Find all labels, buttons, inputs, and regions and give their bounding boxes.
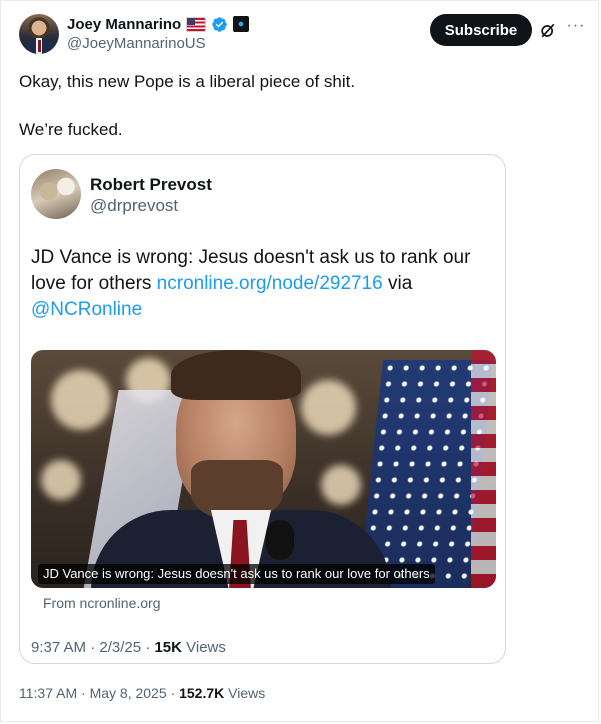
author-avatar[interactable] [19,14,59,54]
verified-badge-icon[interactable] [211,16,228,33]
tweet-text-line-1: Okay, this new Pope is a liberal piece o… [19,72,356,91]
tweet-date[interactable]: May 8, 2025 [90,685,167,701]
tweet-time[interactable]: 11:37 AM [19,685,77,701]
quoted-author-avatar[interactable] [31,169,81,219]
affiliate-badge-icon[interactable] [233,16,250,32]
quoted-meta: 9:37 AM · 2/3/25 · 15K Views [31,639,226,656]
grok-icon[interactable] [538,21,558,41]
us-flag-icon [186,16,207,32]
more-icon[interactable]: ··· [566,18,586,39]
quoted-tweet-card[interactable]: Robert Prevost @drprevost JD Vance is wr… [19,154,506,664]
meta-sep-2: · [166,685,180,701]
quoted-sep-2: · [141,639,155,656]
quoted-date[interactable]: 2/3/25 [99,639,141,656]
tweet-text-line-2: We’re fucked. [19,120,123,139]
quoted-views-label: Views [181,639,226,656]
quoted-views-count[interactable]: 15K [154,639,182,656]
card-caption: JD Vance is wrong: Jesus doesn't ask us … [38,564,435,584]
quoted-tweet-text: JD Vance is wrong: Jesus doesn't ask us … [31,245,491,323]
link-card-image[interactable]: JD Vance is wrong: Jesus doesn't ask us … [31,350,496,588]
article-link[interactable]: ncronline.org/node/292716 [157,273,383,294]
subscribe-button[interactable]: Subscribe [430,14,532,46]
quoted-author-name[interactable]: Robert Prevost [90,175,212,195]
quoted-sep-1: · [86,639,100,656]
author-handle[interactable]: @JoeyMannarinoUS [67,35,206,52]
quoted-text-via: via [382,273,413,294]
tweet-meta: 11:37 AM · May 8, 2025 · 152.7K Views [19,685,265,701]
tweet-views-count[interactable]: 152.7K [179,685,224,701]
tweet-views-label: Views [224,685,266,701]
author-name-row: Joey Mannarino [67,14,250,34]
tweet-container: Joey Mannarino @JoeyMannarinoUS Subscrib… [0,0,599,722]
meta-sep-1: · [77,685,90,701]
card-source[interactable]: From ncronline.org [43,595,161,611]
author-display-name[interactable]: Joey Mannarino [67,16,181,33]
quoted-time[interactable]: 9:37 AM [31,639,86,656]
ncronline-mention-link[interactable]: @NCRonline [31,299,142,320]
quoted-author-handle[interactable]: @drprevost [90,196,178,216]
